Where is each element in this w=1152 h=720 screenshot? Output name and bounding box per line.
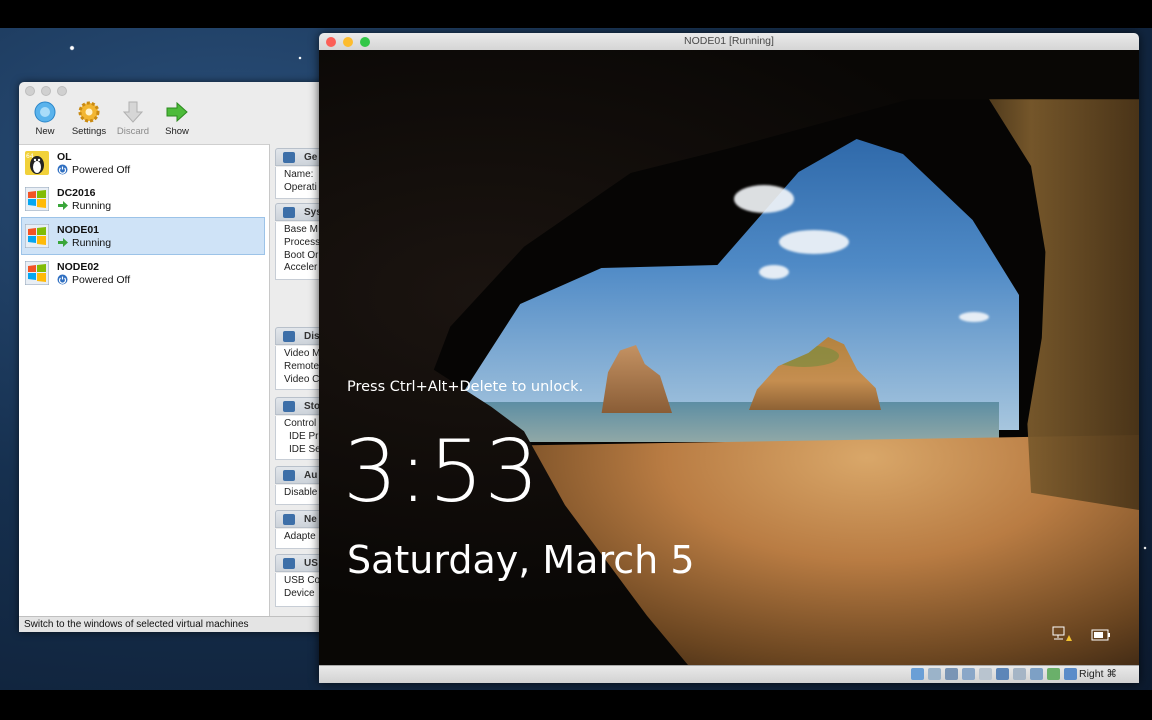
powered-off-icon [57,274,68,285]
minimize-button[interactable] [343,37,353,47]
svg-text:64: 64 [26,153,34,160]
vm-state-label: Powered Off [72,273,131,286]
discard-button[interactable]: Discard [111,100,155,142]
chip-icon [283,207,295,218]
cpu-icon[interactable] [1047,668,1060,680]
desktop-bottom-bar [0,690,1152,720]
show-button[interactable]: Show [155,100,199,142]
audio-icon[interactable] [945,668,958,680]
network-icon[interactable] [996,668,1009,680]
zoom-button[interactable] [360,37,370,47]
close-button[interactable] [25,86,35,96]
manager-status-bar: Switch to the windows of selected virtua… [19,616,339,632]
vm-screen[interactable]: Press Ctrl+Alt+Delete to unlock. 3:53 Sa… [319,50,1139,665]
powered-off-icon [57,164,68,175]
arrow-down-icon [121,100,145,124]
lock-screen-time: 3:53 [343,422,541,522]
vm-state-label: Running [72,199,112,212]
vm-item-dc2016[interactable]: DC2016 Running [19,181,269,217]
cloud [779,230,849,254]
vm-state: Powered Off [57,274,130,286]
zoom-button[interactable] [57,86,67,96]
vm-name: DC2016 [57,186,96,199]
mouse-integration-icon[interactable] [1064,668,1077,680]
settings-label: Settings [71,126,107,137]
discard-label: Discard [116,126,150,137]
vm-name: OL [57,150,72,163]
network-warning-icon[interactable] [1052,626,1072,642]
windows-os-icon [24,186,50,212]
speaker-icon [283,470,295,481]
vm-state-label: Running [72,236,112,249]
lock-screen-date: Saturday, March 5 [347,538,695,582]
window-controls [326,37,370,47]
virtualbox-manager-window: New Settings Discard Show 64 OL Powered … [19,82,339,632]
vm-window: NODE01 [Running] Press Ctrl+Alt+Delete t… [319,33,1139,683]
host-key-label: Right ⌘ [1079,668,1117,680]
vm-name: NODE02 [57,260,100,273]
display-icon[interactable] [1013,668,1026,680]
display-icon [283,331,295,342]
cloud [959,312,989,322]
video-capture-icon[interactable] [1030,668,1043,680]
minimize-button[interactable] [41,86,51,96]
new-button[interactable]: New [23,100,67,142]
new-icon [33,100,57,124]
vm-item-node02[interactable]: NODE02 Powered Off [19,255,269,291]
shared-folder-icon[interactable] [962,668,975,680]
show-label: Show [165,126,189,137]
battery-icon[interactable] [1091,628,1111,641]
manager-titlebar [19,82,339,100]
running-arrow-icon [57,200,68,211]
vm-window-title: NODE01 [Running] [684,35,774,47]
arrow-right-icon [165,100,189,124]
device-indicators [911,668,1077,680]
vm-state: Running [57,200,111,212]
vm-item-ol[interactable]: 64 OL Powered Off [19,145,269,181]
windows-os-icon [24,223,50,249]
hard-disk-icon[interactable] [911,668,924,680]
storage-icon [283,401,295,412]
close-button[interactable] [326,37,336,47]
vm-name: NODE01 [57,223,100,236]
gear-icon [77,100,101,124]
monitor-icon [283,152,295,163]
unlock-prompt: Press Ctrl+Alt+Delete to unlock. [347,379,584,395]
optical-drive-icon[interactable] [928,668,941,680]
vm-status-bar: Right ⌘ [319,665,1139,683]
vm-state: Powered Off [57,164,130,176]
linux-os-icon: 64 [25,151,49,175]
windows-os-icon [24,260,50,286]
settings-button[interactable]: Settings [67,100,111,142]
vm-window-titlebar[interactable]: NODE01 [Running] [319,33,1139,51]
vm-state-label: Powered Off [72,163,131,176]
running-arrow-icon [57,237,68,248]
cloud [734,185,794,213]
new-label: New [35,126,55,137]
usb-icon [283,558,295,569]
network-icon [283,514,295,525]
cloud [759,265,789,279]
vm-state: Running [57,237,111,249]
vm-item-node01[interactable]: NODE01 Running [21,217,265,255]
usb-icon[interactable] [979,668,992,680]
manager-toolbar: New Settings Discard Show [19,100,339,142]
vm-list: 64 OL Powered Off DC2016 Running NODE01 … [19,144,270,617]
